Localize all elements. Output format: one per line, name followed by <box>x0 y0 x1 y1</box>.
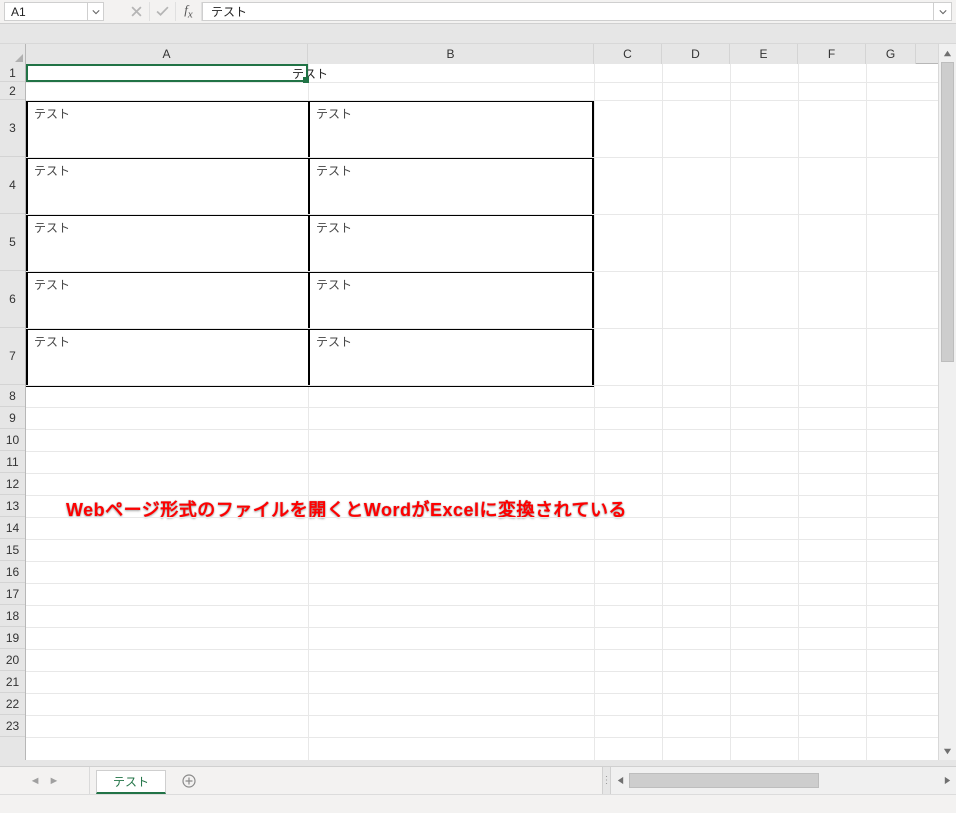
row-header-19[interactable]: 19 <box>0 627 25 649</box>
triangle-right-icon <box>943 776 952 785</box>
column-header-F[interactable]: F <box>798 44 866 64</box>
column-header-E[interactable]: E <box>730 44 798 64</box>
row-header-22[interactable]: 22 <box>0 693 25 715</box>
column-header-D[interactable]: D <box>662 44 730 64</box>
horizontal-scroll-track[interactable] <box>629 767 938 794</box>
row-header-12[interactable]: 12 <box>0 473 25 495</box>
merged-title-text: テスト <box>292 65 328 82</box>
table-cell[interactable]: テスト <box>309 215 593 272</box>
table-row: テストテスト <box>27 329 593 386</box>
row-header-16[interactable]: 16 <box>0 561 25 583</box>
triangle-up-icon <box>943 49 952 58</box>
annotation-text: Webページ形式のファイルを開くとWordがExcelに変換されている <box>66 496 627 522</box>
formula-bar: A1 fx テスト <box>0 0 956 24</box>
column-header-G[interactable]: G <box>866 44 916 64</box>
plus-circle-icon <box>182 774 196 788</box>
status-bar <box>0 794 956 813</box>
check-icon <box>156 6 169 17</box>
row-header-23[interactable]: 23 <box>0 715 25 737</box>
table-row: テストテスト <box>27 272 593 329</box>
name-box-value: A1 <box>11 5 26 19</box>
table-cell[interactable]: テスト <box>27 215 309 272</box>
x-icon <box>131 6 142 17</box>
column-header-B[interactable]: B <box>308 44 594 64</box>
table-cell[interactable]: テスト <box>309 158 593 215</box>
row-header-7[interactable]: 7 <box>0 328 25 385</box>
scroll-down-button[interactable] <box>939 742 956 760</box>
row-header-4[interactable]: 4 <box>0 157 25 214</box>
row-header-5[interactable]: 5 <box>0 214 25 271</box>
row-header-9[interactable]: 9 <box>0 407 25 429</box>
chevron-down-icon <box>939 8 947 16</box>
table-cell[interactable]: テスト <box>27 272 309 329</box>
table-cell[interactable]: テスト <box>309 329 593 386</box>
row-header-2[interactable]: 2 <box>0 82 25 100</box>
ribbon-collapsed-area <box>0 24 956 44</box>
new-sheet-button[interactable] <box>174 767 204 794</box>
enter-formula-button[interactable] <box>150 2 176 21</box>
formula-input[interactable]: テスト <box>202 2 934 21</box>
sheet-tab-nav[interactable]: ◄ ► <box>0 767 90 794</box>
cancel-formula-button[interactable] <box>124 2 150 21</box>
row-header-20[interactable]: 20 <box>0 649 25 671</box>
sheet-tabs-bar: ◄ ► テスト ⋮ <box>0 766 956 794</box>
row-header-1[interactable]: 1 <box>0 64 25 82</box>
column-header-C[interactable]: C <box>594 44 662 64</box>
sheet-tab-active[interactable]: テスト <box>96 770 166 794</box>
data-table: テストテストテストテストテストテストテストテストテストテスト <box>26 100 594 387</box>
vertical-scroll-thumb[interactable] <box>941 62 954 362</box>
vertical-scroll-track[interactable] <box>939 62 956 742</box>
row-header-10[interactable]: 10 <box>0 429 25 451</box>
row-header-6[interactable]: 6 <box>0 271 25 328</box>
row-header-14[interactable]: 14 <box>0 517 25 539</box>
tab-nav-prev-icon[interactable]: ◄ <box>30 775 41 787</box>
scroll-left-button[interactable] <box>611 767 629 794</box>
table-cell[interactable]: テスト <box>27 329 309 386</box>
fx-icon: fx <box>184 2 192 21</box>
row-header-3[interactable]: 3 <box>0 100 25 157</box>
scroll-right-button[interactable] <box>938 767 956 794</box>
row-header-21[interactable]: 21 <box>0 671 25 693</box>
scroll-up-button[interactable] <box>939 44 956 62</box>
row-headers: 1234567891011121314151617181920212223 <box>0 64 26 760</box>
table-cell[interactable]: テスト <box>309 272 593 329</box>
table-cell[interactable]: テスト <box>27 101 309 158</box>
merged-title-cell[interactable]: テスト <box>26 64 594 82</box>
triangle-down-icon <box>943 747 952 756</box>
formula-input-value: テスト <box>211 3 247 20</box>
vertical-scrollbar[interactable] <box>938 44 956 760</box>
table-cell[interactable]: テスト <box>27 158 309 215</box>
column-headers: A B C D E F G <box>0 44 938 64</box>
name-box-dropdown[interactable] <box>88 2 104 21</box>
table-row: テストテスト <box>27 101 593 158</box>
cells-area[interactable]: テスト テストテストテストテストテストテストテストテストテストテスト Webペー… <box>26 64 938 760</box>
row-header-11[interactable]: 11 <box>0 451 25 473</box>
insert-function-button[interactable]: fx <box>176 2 202 21</box>
formula-bar-gap <box>104 2 124 21</box>
row-header-18[interactable]: 18 <box>0 605 25 627</box>
table-row: テストテスト <box>27 215 593 272</box>
row-header-17[interactable]: 17 <box>0 583 25 605</box>
horizontal-scrollbar[interactable] <box>610 767 956 794</box>
tabs-hscroll-splitter[interactable]: ⋮ <box>602 767 610 794</box>
row-header-8[interactable]: 8 <box>0 385 25 407</box>
tab-nav-next-icon[interactable]: ► <box>49 775 60 787</box>
sheet-tab-label: テスト <box>113 773 149 790</box>
table-row: テストテスト <box>27 158 593 215</box>
expand-formula-bar-button[interactable] <box>934 2 952 21</box>
chevron-down-icon <box>92 8 100 16</box>
horizontal-scroll-thumb[interactable] <box>629 773 819 788</box>
triangle-left-icon <box>616 776 625 785</box>
select-all-button[interactable] <box>0 44 26 64</box>
row-header-15[interactable]: 15 <box>0 539 25 561</box>
worksheet-grid: A B C D E F G 12345678910111213141516171… <box>0 44 956 760</box>
name-box[interactable]: A1 <box>4 2 88 21</box>
row-header-13[interactable]: 13 <box>0 495 25 517</box>
table-cell[interactable]: テスト <box>309 101 593 158</box>
column-header-A[interactable]: A <box>26 44 308 64</box>
